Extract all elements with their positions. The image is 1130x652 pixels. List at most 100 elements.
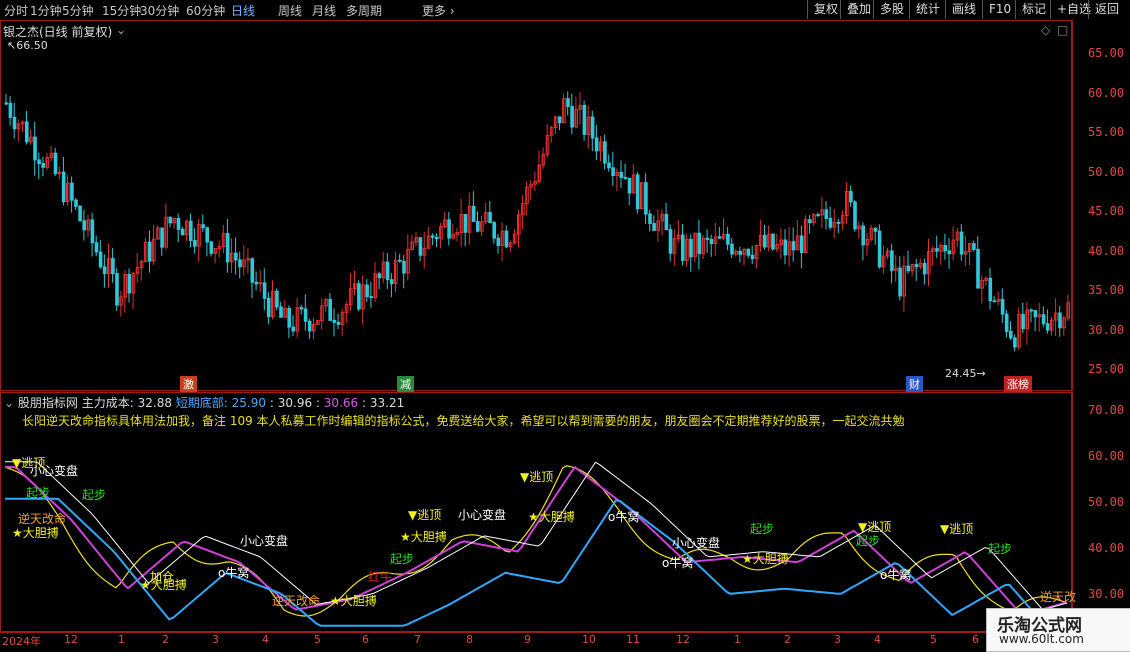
date-label: 6	[362, 633, 369, 646]
chevron-down-icon[interactable]: ⌄	[116, 23, 126, 37]
period-tab-2[interactable]: 5分钟	[62, 2, 94, 19]
toolbar-button-6[interactable]: 标记	[1015, 0, 1052, 19]
toolbar-button-2[interactable]: 多股	[873, 0, 910, 19]
candle-body	[463, 214, 468, 233]
candle-body	[8, 102, 13, 118]
candle-body	[148, 241, 152, 262]
indicator-annotation: ★大胆搏	[528, 510, 575, 524]
indicator-annotation: 起步	[856, 534, 881, 548]
low-marker: 24.45→	[945, 367, 986, 380]
candle-body	[898, 267, 902, 297]
candle-body	[37, 159, 41, 165]
candle-body	[115, 273, 119, 306]
candle-body	[627, 177, 632, 194]
high-marker: ↖66.50	[7, 39, 48, 52]
toolbar-button-1[interactable]: 叠加	[840, 0, 877, 19]
square-icon[interactable]: □	[1057, 23, 1068, 37]
period-tab-0[interactable]: 分时	[4, 2, 28, 19]
indicator-name: 股朋指标网	[17, 396, 78, 410]
candle-body	[750, 254, 755, 260]
candle-body	[611, 167, 615, 177]
indicator-annotation: 起步	[82, 488, 107, 502]
candle-body	[41, 163, 46, 168]
candle-body	[590, 116, 595, 139]
value-5: 33.21	[369, 396, 405, 410]
kline-y-tick: 55.00	[1088, 125, 1125, 139]
candle-body	[70, 182, 74, 201]
candle-body	[681, 234, 685, 261]
toolbar-button-3[interactable]: 统计	[909, 0, 946, 19]
period-tab-7[interactable]: 周线	[278, 2, 302, 19]
candle-body	[369, 296, 373, 299]
candle-body	[943, 245, 948, 252]
candle-body	[603, 141, 607, 164]
separator: :	[361, 396, 367, 410]
candle-body	[418, 237, 423, 256]
date-label: 2024年	[2, 635, 41, 648]
date-label: 8	[466, 633, 473, 646]
chevron-down-icon[interactable]: ⌄	[4, 396, 14, 410]
indicator-annotation: o牛窝	[880, 568, 912, 582]
candle-body	[799, 235, 804, 253]
event-tag[interactable]: 财	[906, 376, 923, 392]
candle-body	[1004, 313, 1009, 332]
indicator-annotation: 起步	[988, 542, 1013, 556]
date-label: 3	[212, 633, 219, 646]
candle-body	[98, 251, 103, 268]
candle-body	[189, 220, 193, 242]
period-tab-6[interactable]: 日线	[231, 2, 255, 19]
kline-y-tick: 45.00	[1088, 204, 1125, 218]
candle-body	[890, 250, 894, 271]
event-tag[interactable]: 涨榜	[1004, 376, 1032, 392]
period-tab-10[interactable]: 更多 ›	[422, 2, 455, 19]
low-marker-value: 24.45	[945, 367, 977, 380]
candle-body	[1045, 323, 1050, 331]
candle-body	[12, 116, 17, 130]
date-label: 7	[414, 633, 421, 646]
candle-body	[328, 298, 332, 321]
candle-body	[922, 262, 927, 275]
kline-y-tick: 40.00	[1088, 243, 1125, 258]
candle-body	[193, 240, 197, 247]
indicator-annotation: ★大胆搏	[400, 530, 447, 544]
main-cost-label: 主力成本:	[81, 396, 134, 410]
candle-body	[619, 171, 624, 178]
indicator-annotation: ★大胆搏	[330, 594, 377, 608]
event-tag[interactable]: 减	[397, 376, 414, 392]
indicator-annotation: o牛窝	[608, 510, 640, 524]
toolbar-button-0[interactable]: 复权	[807, 0, 844, 19]
candle-body	[988, 277, 993, 302]
candle-body	[1009, 330, 1013, 339]
candle-body	[824, 209, 829, 219]
candle-body	[365, 284, 369, 298]
candle-body	[861, 225, 866, 246]
candle-body	[1013, 337, 1017, 348]
toolbar-button-8[interactable]: 返回	[1088, 0, 1125, 19]
candle-body	[709, 238, 714, 245]
candle-body	[914, 264, 919, 268]
candle-body	[877, 230, 882, 268]
candle-body	[447, 219, 451, 239]
event-tag[interactable]: 激	[180, 376, 197, 392]
diamond-icon[interactable]: ◇	[1041, 23, 1050, 37]
period-tab-1[interactable]: 1分钟	[30, 2, 62, 19]
toolbar-button-4[interactable]: 画线	[945, 0, 982, 19]
period-tab-8[interactable]: 月线	[312, 2, 336, 19]
period-tab-3[interactable]: 15分钟	[102, 2, 141, 19]
candle-body	[275, 290, 279, 308]
period-tab-5[interactable]: 60分钟	[186, 2, 225, 19]
candle-body	[168, 216, 173, 224]
kline-chart-panel[interactable]: 银之杰(日线 前复权) ⌄ ◇ □ ↖66.50 24.45→	[0, 20, 1072, 391]
toolbar-button-5[interactable]: F10	[982, 0, 1017, 19]
date-axis	[0, 632, 1072, 651]
candle-body	[238, 259, 242, 268]
indicator-note: 长阳逆天改命指标具体用法加我，备注 109 本人私募工作时编辑的指标公式，免费送…	[22, 414, 905, 428]
candle-body	[730, 243, 734, 255]
kline-y-tick: 30.00	[1088, 322, 1125, 337]
period-tab-9[interactable]: 多周期	[346, 2, 382, 19]
candle-body	[771, 233, 775, 250]
kline-chart[interactable]	[1, 21, 1071, 390]
indicator-annotation: ▼逃顶	[520, 470, 554, 484]
period-tab-4[interactable]: 30分钟	[140, 2, 179, 19]
value-3: 30.96	[277, 396, 313, 410]
